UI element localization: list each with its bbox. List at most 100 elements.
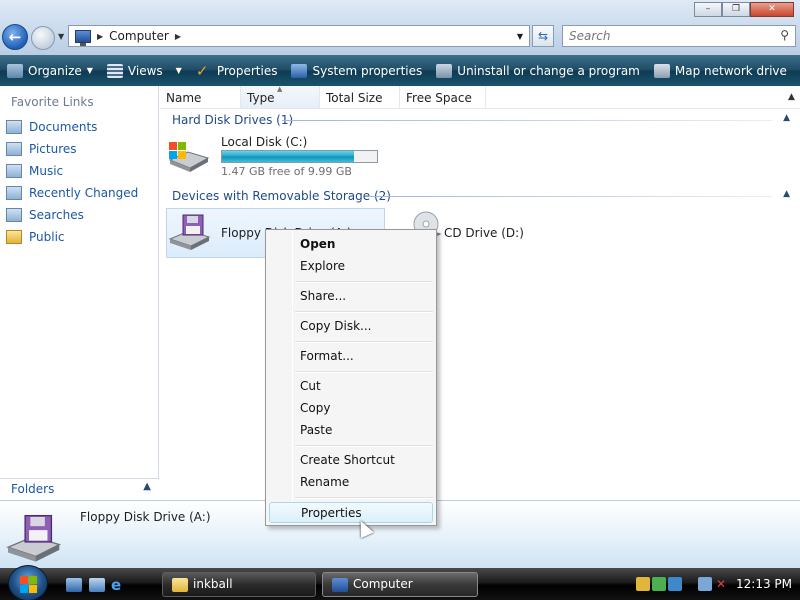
views-icon <box>106 63 123 78</box>
content-pane: Name ▲ Type Total Size Free Space ▲ Hard… <box>160 85 800 500</box>
search-placeholder: Search <box>569 29 611 43</box>
menu-item-copy[interactable]: Copy <box>269 398 433 419</box>
taskbar: e inkball Computer ✕ 12:13 PM <box>0 565 800 600</box>
column-header-label: Type <box>247 91 275 105</box>
menu-separator <box>295 497 433 499</box>
refresh-icon: ⇆ <box>537 29 549 43</box>
clock[interactable]: 12:13 PM <box>736 577 792 591</box>
menu-separator <box>295 445 433 447</box>
chevron-up-icon[interactable]: ▲ <box>783 113 790 123</box>
properties-label: Properties <box>216 63 278 78</box>
chevron-up-icon: ▲ <box>143 481 151 492</box>
menu-separator <box>295 371 433 373</box>
column-header-free-space[interactable]: Free Space <box>400 86 486 108</box>
windows-defender-icon[interactable] <box>668 577 682 591</box>
show-desktop-icon[interactable] <box>66 578 82 592</box>
computer-icon <box>75 29 91 46</box>
column-header-row: Name ▲ Type Total Size Free Space <box>160 85 800 109</box>
breadcrumb-separator-icon[interactable]: ▶ <box>97 32 103 41</box>
local-disk-free-space: 1.47 GB free of 9.99 GB <box>221 165 352 178</box>
sidebar-item-label: Documents <box>29 120 98 134</box>
sidebar-item-label: Searches <box>29 208 84 222</box>
windows-logo-icon <box>29 576 37 584</box>
organize-button[interactable]: Organize ▼ <box>0 55 100 86</box>
refresh-button[interactable]: ⇆ <box>532 25 554 47</box>
group-divider <box>282 120 772 121</box>
menu-item-cut[interactable]: Cut <box>269 376 433 397</box>
taskbar-button-computer[interactable]: Computer <box>322 572 478 597</box>
maximize-button[interactable]: ❐ <box>722 2 750 17</box>
map-network-drive-button[interactable]: Map network drive <box>647 55 794 86</box>
more-commands-button[interactable]: » <box>794 55 800 86</box>
sidebar-item-pictures[interactable]: Pictures <box>6 142 77 156</box>
menu-separator <box>295 341 433 343</box>
menu-item-properties[interactable]: Properties <box>269 502 433 523</box>
system-properties-button[interactable]: System properties <box>284 55 429 86</box>
system-tray: ✕ 12:13 PM <box>628 568 800 600</box>
column-header-type[interactable]: ▲ Type <box>241 85 320 108</box>
group-header-removable[interactable]: Devices with Removable Storage (2) <box>172 189 391 203</box>
map-drive-label: Map network drive <box>674 63 787 78</box>
close-button[interactable]: ✕ <box>750 2 794 17</box>
properties-button[interactable]: ✓ Properties <box>189 55 285 86</box>
recent-icon <box>6 186 22 200</box>
checkmark-icon: ✓ <box>195 61 209 80</box>
sidebar-item-searches[interactable]: Searches <box>6 208 84 222</box>
cd-drive-name: CD Drive (D:) <box>444 226 524 240</box>
windows-logo-icon <box>20 585 28 593</box>
folders-label: Folders <box>11 482 55 496</box>
group-header-hard-disk[interactable]: Hard Disk Drives (1) <box>172 113 293 127</box>
sidebar-item-public[interactable]: Public <box>6 230 65 244</box>
system-properties-label: System properties <box>312 63 423 78</box>
recent-pages-dropdown[interactable]: ▼ <box>58 32 64 41</box>
scroll-up-icon[interactable]: ▲ <box>783 86 800 109</box>
windows-logo-icon <box>20 576 28 584</box>
back-button[interactable]: ← <box>2 24 28 50</box>
local-disk-item[interactable]: Local Disk (C:) 1.47 GB free of 9.99 GB <box>166 132 396 178</box>
menu-item-format[interactable]: Format... <box>269 346 433 367</box>
start-button[interactable] <box>8 565 48 600</box>
search-icon[interactable]: ⚲ <box>780 28 789 42</box>
sidebar-item-documents[interactable]: Documents <box>6 120 97 134</box>
forward-button[interactable] <box>31 26 55 50</box>
views-button[interactable]: Views ▼ <box>100 55 189 86</box>
computer-icon <box>332 578 348 592</box>
security-shield-icon[interactable] <box>636 577 650 591</box>
folders-toggle[interactable]: Folders ▲ <box>0 478 159 500</box>
taskbar-button-inkball[interactable]: inkball <box>162 572 316 597</box>
volume-muted-icon[interactable]: ✕ <box>716 577 730 591</box>
menu-item-open[interactable]: Open <box>269 234 433 255</box>
address-input[interactable]: ▶ Computer ▶ ▼ <box>68 25 530 47</box>
menu-item-paste[interactable]: Paste <box>269 420 433 441</box>
public-folder-icon <box>6 230 22 244</box>
network-status-icon[interactable] <box>652 577 666 591</box>
sort-arrow-icon: ▲ <box>277 85 283 93</box>
minimize-button[interactable]: – <box>694 2 722 17</box>
uninstall-program-button[interactable]: Uninstall or change a program <box>429 55 647 86</box>
breadcrumb-computer[interactable]: Computer <box>109 29 169 43</box>
menu-item-create-shortcut[interactable]: Create Shortcut <box>269 450 433 471</box>
window-controls: – ❐ ✕ <box>694 2 794 17</box>
internet-explorer-icon[interactable]: e <box>111 578 127 593</box>
network-icon[interactable] <box>698 577 712 591</box>
disk-usage-fill <box>222 151 355 162</box>
menu-item-explore[interactable]: Explore <box>269 256 433 277</box>
switch-windows-icon[interactable] <box>89 578 105 592</box>
search-input[interactable]: Search ⚲ <box>562 25 796 47</box>
chevron-up-icon[interactable]: ▲ <box>783 189 790 199</box>
column-header-name[interactable]: Name <box>160 86 241 108</box>
menu-item-share[interactable]: Share... <box>269 286 433 307</box>
sidebar-item-recently-changed[interactable]: Recently Changed <box>6 186 138 200</box>
menu-item-rename[interactable]: Rename <box>269 472 433 493</box>
address-dropdown-icon[interactable]: ▼ <box>517 32 523 41</box>
column-header-total-size[interactable]: Total Size <box>320 86 400 108</box>
floppy-drive-icon <box>168 214 211 250</box>
floppy-drive-icon <box>6 514 62 562</box>
sidebar-item-music[interactable]: Music <box>6 164 63 178</box>
breadcrumb-separator-icon[interactable]: ▶ <box>175 32 181 41</box>
sidebar-item-label: Public <box>29 230 65 244</box>
menu-item-copy-disk[interactable]: Copy Disk... <box>269 316 433 337</box>
taskbar-button-label: inkball <box>193 577 233 591</box>
group-divider <box>370 196 772 197</box>
chevron-down-icon: ▼ <box>175 66 182 75</box>
